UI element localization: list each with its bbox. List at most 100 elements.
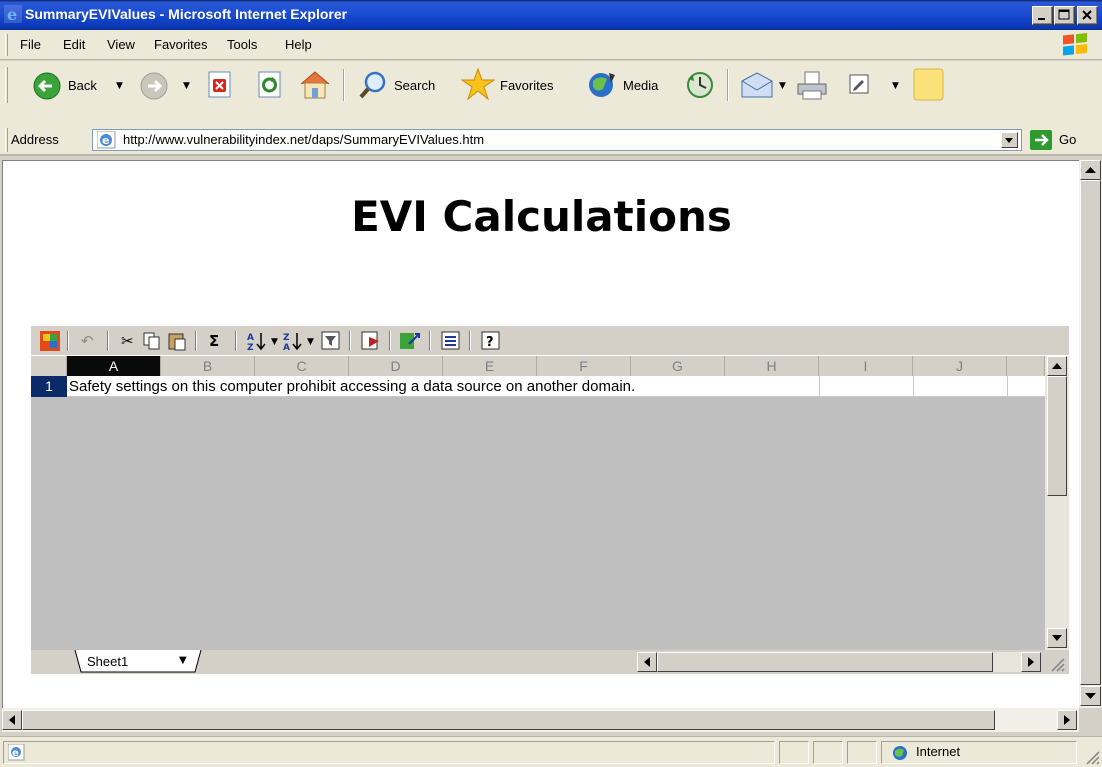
- spreadsheet-component[interactable]: ↶ ✂ Σ A Z ▼ Z A ▼ ? A B C D E F G H I J …: [31, 326, 1069, 674]
- scroll-down-button[interactable]: [1047, 628, 1067, 648]
- title-bar[interactable]: e SummaryEVIValues - Microsoft Internet …: [0, 0, 1102, 30]
- undo-icon[interactable]: ↶: [81, 332, 94, 350]
- copy-icon[interactable]: [143, 332, 161, 350]
- commands-options-icon[interactable]: [441, 331, 461, 351]
- forward-dropdown-icon[interactable]: ▼: [183, 82, 190, 91]
- help-icon[interactable]: ?: [481, 331, 501, 351]
- scroll-up-button[interactable]: [1047, 356, 1067, 376]
- sticky-note-icon[interactable]: [912, 67, 946, 103]
- media-label[interactable]: Media: [623, 78, 658, 94]
- page-scroll-up-button[interactable]: [1080, 160, 1101, 180]
- column-header-a[interactable]: A: [67, 356, 161, 376]
- sheet-scroll-right-button[interactable]: [1021, 652, 1041, 672]
- column-header-c[interactable]: C: [255, 356, 349, 376]
- security-zone-label: Internet: [916, 744, 961, 759]
- standard-toolbar: Back ▼ ▼ Search Favorites Media ▼ ▼: [0, 61, 1102, 125]
- page-vertical-scrollbar[interactable]: [1079, 160, 1102, 708]
- edit-dropdown-icon[interactable]: ▼: [892, 82, 899, 91]
- column-header-h[interactable]: H: [725, 356, 819, 376]
- status-bar: e Internet: [0, 736, 1102, 767]
- toolbar-separator: [195, 331, 197, 351]
- column-header-j[interactable]: J: [913, 356, 1007, 376]
- office-logo-icon[interactable]: [40, 331, 60, 351]
- search-label[interactable]: Search: [394, 78, 435, 94]
- stop-icon[interactable]: [207, 71, 233, 99]
- cut-icon[interactable]: ✂: [121, 332, 134, 350]
- print-icon[interactable]: [795, 69, 829, 101]
- sheet-tab[interactable]: Sheet1: [87, 654, 128, 669]
- column-header-f[interactable]: F: [537, 356, 631, 376]
- row-header-1[interactable]: 1: [31, 376, 67, 397]
- menu-view[interactable]: View: [107, 37, 135, 53]
- sheet-hscroll-thumb[interactable]: [657, 652, 993, 672]
- forward-arrow-icon[interactable]: [139, 71, 169, 101]
- column-header-k[interactable]: [1007, 356, 1045, 376]
- sort-ascending-icon[interactable]: A Z: [247, 330, 267, 352]
- page-hscroll-thumb[interactable]: [22, 710, 995, 730]
- go-arrow-icon[interactable]: [1030, 130, 1054, 150]
- edit-icon[interactable]: [848, 73, 872, 97]
- sort-descending-icon[interactable]: Z A: [283, 330, 303, 352]
- close-button[interactable]: [1077, 6, 1098, 25]
- favorites-label[interactable]: Favorites: [500, 78, 553, 94]
- paste-icon[interactable]: [167, 331, 187, 351]
- menu-favorites[interactable]: Favorites: [154, 37, 207, 53]
- select-all-corner[interactable]: [31, 356, 67, 376]
- sort-dropdown-icon[interactable]: ▼: [271, 338, 278, 347]
- address-grip[interactable]: [5, 128, 8, 152]
- refresh-icon[interactable]: [257, 71, 283, 99]
- sort-desc-dropdown-icon[interactable]: ▼: [307, 338, 314, 347]
- go-button[interactable]: Go: [1059, 132, 1076, 147]
- toolbar-separator: [389, 331, 391, 351]
- arrow-up-icon: [1052, 363, 1062, 369]
- resize-grip-icon[interactable]: [1047, 654, 1065, 672]
- status-panel: [813, 741, 843, 764]
- refresh-data-icon[interactable]: [361, 331, 383, 351]
- menu-grip[interactable]: [5, 34, 8, 56]
- page-scroll-down-button[interactable]: [1080, 686, 1101, 706]
- back-label[interactable]: Back: [68, 78, 97, 94]
- page-horizontal-scrollbar[interactable]: [2, 708, 1079, 732]
- column-header-g[interactable]: G: [631, 356, 725, 376]
- mail-dropdown-icon[interactable]: ▼: [779, 82, 786, 91]
- menu-help[interactable]: Help: [285, 37, 312, 53]
- column-header-d[interactable]: D: [349, 356, 443, 376]
- page-scroll-right-button[interactable]: [1057, 710, 1077, 730]
- column-header-b[interactable]: B: [161, 356, 255, 376]
- address-url[interactable]: http://www.vulnerabilityindex.net/daps/S…: [123, 132, 484, 148]
- autosum-icon[interactable]: Σ: [209, 332, 219, 350]
- arrow-left-icon: [9, 715, 15, 725]
- cell-a1[interactable]: Safety settings on this computer prohibi…: [69, 376, 635, 397]
- autofilter-icon[interactable]: [321, 331, 341, 351]
- column-header-e[interactable]: E: [443, 356, 537, 376]
- toolbar-grip[interactable]: [5, 67, 8, 103]
- column-header-i[interactable]: I: [819, 356, 913, 376]
- history-icon[interactable]: [684, 69, 716, 101]
- sheet-tab-dropdown-icon[interactable]: ▼: [179, 655, 187, 666]
- page-scroll-left-button[interactable]: [2, 710, 22, 730]
- sheet-hscroll-track[interactable]: [993, 652, 1021, 672]
- favorites-star-icon[interactable]: [460, 67, 496, 101]
- scroll-thumb[interactable]: [1047, 376, 1067, 496]
- minimize-button[interactable]: [1032, 6, 1053, 25]
- address-input[interactable]: e http://www.vulnerabilityindex.net/daps…: [92, 129, 1022, 151]
- window-resize-grip-icon[interactable]: [1084, 749, 1100, 765]
- home-icon[interactable]: [297, 69, 333, 101]
- menu-file[interactable]: File: [20, 37, 41, 53]
- sheet-tab-bar: Sheet1 ▼: [31, 650, 1069, 674]
- mail-icon[interactable]: [740, 71, 774, 99]
- sheet-scroll-left-button[interactable]: [637, 652, 657, 672]
- back-dropdown-icon[interactable]: ▼: [116, 82, 123, 91]
- sheet-vertical-scrollbar[interactable]: [1045, 356, 1069, 650]
- address-dropdown-button[interactable]: [1001, 132, 1018, 148]
- menu-tools[interactable]: Tools: [227, 37, 257, 53]
- page-heading: EVI Calculations: [351, 192, 732, 241]
- menu-edit[interactable]: Edit: [63, 37, 85, 53]
- media-icon[interactable]: [585, 69, 619, 101]
- search-icon[interactable]: [357, 69, 389, 101]
- maximize-button[interactable]: [1054, 6, 1075, 25]
- export-excel-icon[interactable]: [399, 330, 423, 352]
- page-scroll-thumb[interactable]: [1080, 180, 1101, 685]
- address-label: Address: [11, 132, 59, 147]
- back-arrow-icon[interactable]: [32, 71, 62, 101]
